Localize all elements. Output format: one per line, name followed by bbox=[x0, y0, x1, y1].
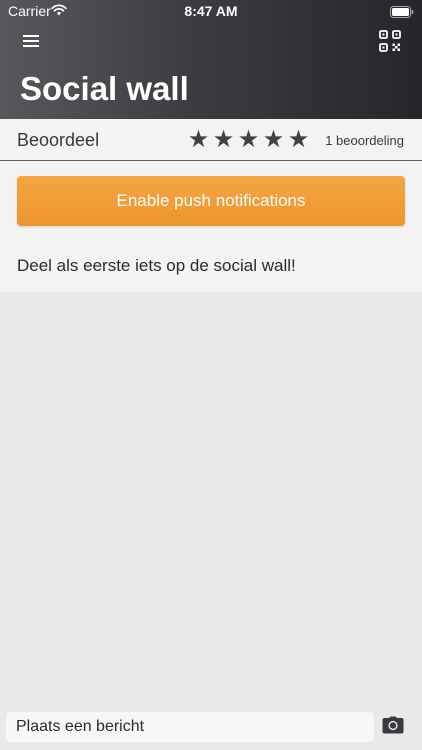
camera-icon bbox=[382, 716, 404, 739]
message-composer bbox=[0, 712, 422, 750]
qr-code-icon bbox=[379, 29, 401, 57]
star-rating[interactable]: ★ ★ ★ ★ ★ bbox=[186, 127, 311, 153]
empty-feed-message: Deel als eerste iets op de social wall! bbox=[17, 256, 296, 275]
battery-icon bbox=[390, 5, 414, 23]
status-bar: Carrier 8:47 AM bbox=[0, 0, 422, 22]
social-wall-panel: Beoordeel ★ ★ ★ ★ ★ 1 beoordeling Enable… bbox=[0, 119, 422, 292]
star-icon[interactable]: ★ bbox=[186, 127, 211, 153]
rating-row: Beoordeel ★ ★ ★ ★ ★ 1 beoordeling bbox=[0, 119, 422, 161]
clock: 8:47 AM bbox=[184, 3, 238, 19]
rating-count: 1 beoordeling bbox=[325, 133, 404, 148]
page-title: Social wall bbox=[20, 70, 189, 107]
rating-label: Beoordeel bbox=[17, 130, 100, 150]
star-icon[interactable]: ★ bbox=[286, 127, 311, 153]
qr-scan-button[interactable] bbox=[376, 29, 404, 57]
app-header: Carrier 8:47 AM Social wall bbox=[0, 0, 422, 119]
star-icon[interactable]: ★ bbox=[211, 127, 236, 153]
menu-button[interactable] bbox=[17, 30, 45, 56]
message-input[interactable] bbox=[6, 712, 374, 742]
enable-push-notifications-button[interactable]: Enable push notifications bbox=[17, 176, 405, 226]
hamburger-menu-icon bbox=[23, 34, 39, 52]
star-icon[interactable]: ★ bbox=[236, 127, 261, 153]
camera-button[interactable] bbox=[380, 714, 406, 740]
star-icon[interactable]: ★ bbox=[261, 127, 286, 153]
